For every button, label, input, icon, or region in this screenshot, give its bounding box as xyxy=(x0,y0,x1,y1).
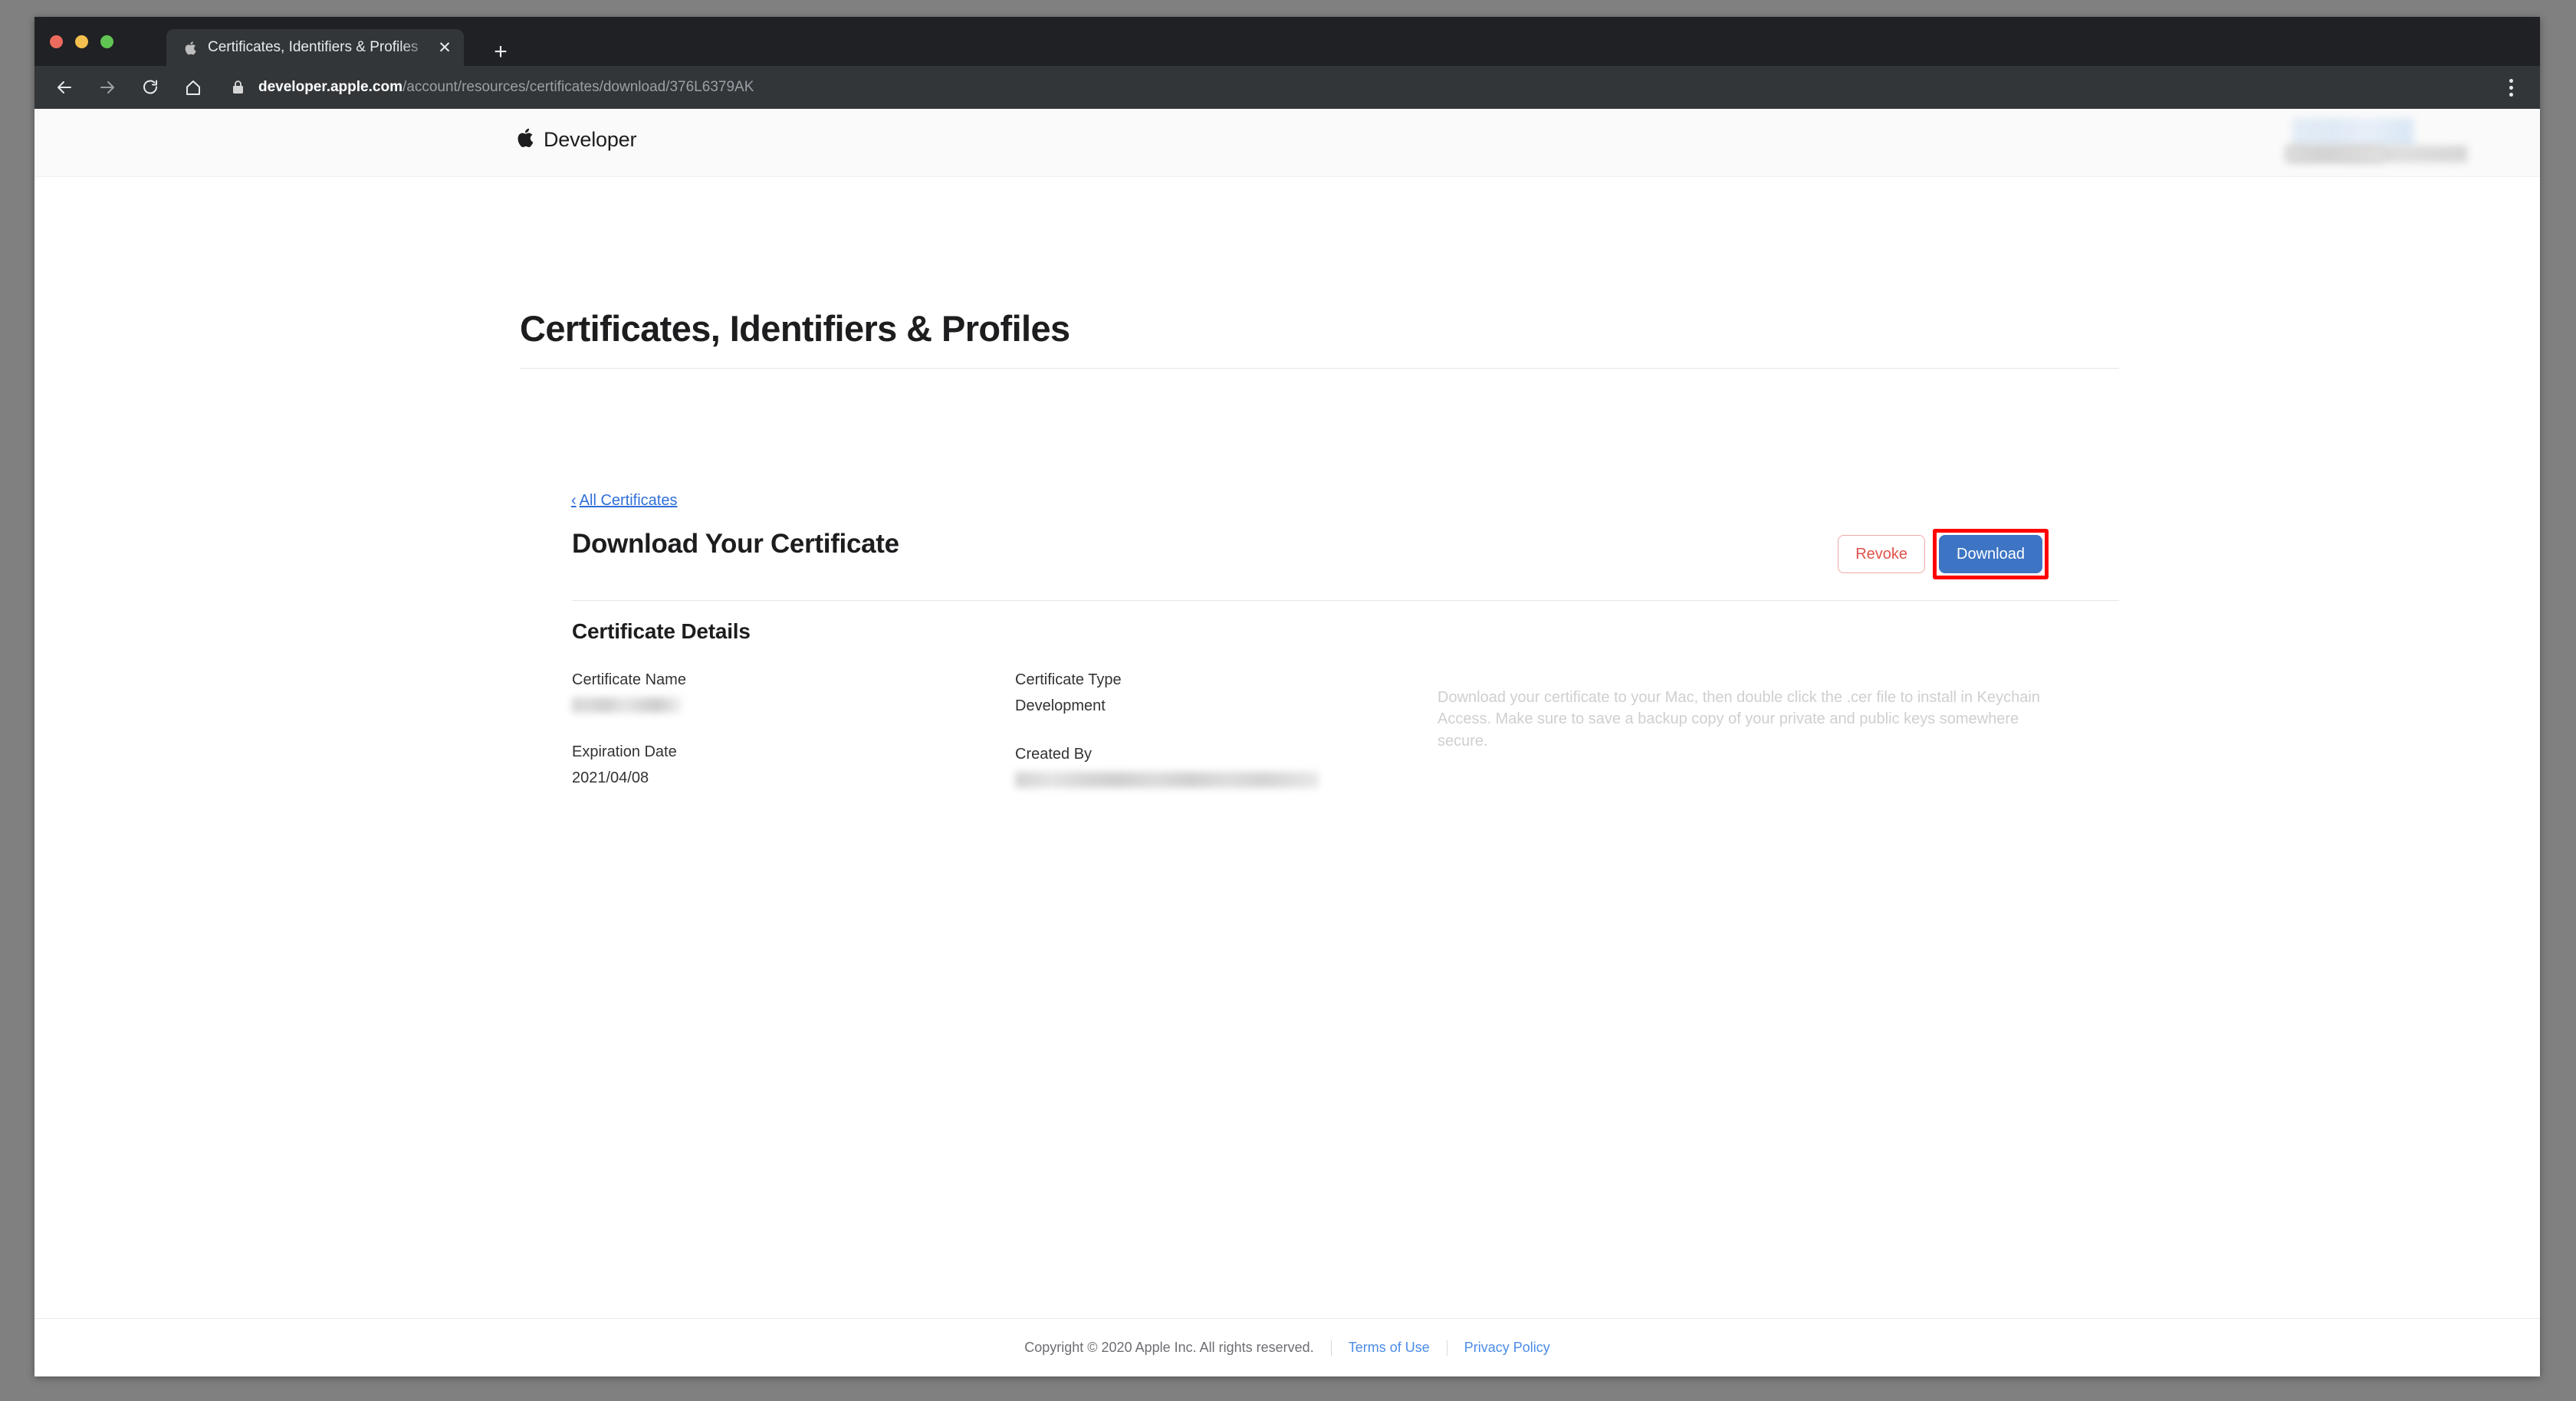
page-viewport: Developer Certificates, Identifiers & Pr… xyxy=(34,109,2540,1376)
tab-close-icon[interactable]: ✕ xyxy=(432,34,458,61)
section-heading: Download Your Certificate xyxy=(572,529,899,559)
address-bar-url: developer.apple.com/account/resources/ce… xyxy=(258,79,754,96)
reload-icon[interactable] xyxy=(134,71,166,103)
window-traffic-lights xyxy=(50,35,113,48)
account-team-redacted xyxy=(2285,146,2383,162)
lock-icon xyxy=(228,77,248,97)
site-header: Developer xyxy=(34,109,2540,177)
action-bar: Revoke Download xyxy=(1838,529,2049,579)
browser-window: Certificates, Identifiers & Profiles ✕ + xyxy=(34,17,2540,1376)
screen: Certificates, Identifiers & Profiles ✕ + xyxy=(0,0,2576,1401)
field-value: Development xyxy=(1015,697,1106,714)
page-title: Certificates, Identifiers & Profiles xyxy=(520,308,1070,349)
download-button[interactable]: Download xyxy=(1939,535,2042,573)
field-created-by: Created By xyxy=(1015,746,1429,788)
field-value xyxy=(1015,772,1429,788)
window-minimize-button[interactable] xyxy=(75,35,88,48)
account-menu-redacted[interactable] xyxy=(2197,109,2473,176)
section-divider xyxy=(572,600,2119,601)
address-bar[interactable]: developer.apple.com/account/resources/ce… xyxy=(228,71,2486,103)
field-label: Created By xyxy=(1015,746,1092,763)
browser-tab-strip: Certificates, Identifiers & Profiles ✕ + xyxy=(34,17,2540,66)
browser-tab[interactable]: Certificates, Identifiers & Profiles ✕ xyxy=(166,29,464,66)
revoke-button[interactable]: Revoke xyxy=(1838,535,1926,573)
home-icon[interactable] xyxy=(177,71,209,103)
field-value xyxy=(572,697,1001,713)
footer-copyright: Copyright © 2020 Apple Inc. All rights r… xyxy=(1024,1340,1314,1355)
breadcrumb-all-certificates[interactable]: ‹ All Certificates xyxy=(571,492,677,510)
field-label: Expiration Date xyxy=(572,743,677,760)
window-close-button[interactable] xyxy=(50,35,63,48)
site-logo-text: Developer xyxy=(544,127,637,151)
field-label: Certificate Name xyxy=(572,671,686,688)
url-path: /account/resources/certificates/download… xyxy=(402,79,754,95)
footer-link-privacy-policy[interactable]: Privacy Policy xyxy=(1464,1340,1550,1356)
account-badge-redacted xyxy=(2292,118,2413,149)
back-arrow-icon[interactable] xyxy=(48,71,80,103)
apple-logo-icon xyxy=(516,127,534,152)
url-host: developer.apple.com xyxy=(258,79,402,95)
details-column-middle: Certificate Type Development Created By xyxy=(1015,671,1429,819)
field-certificate-name: Certificate Name xyxy=(572,671,1001,713)
new-tab-button[interactable]: + xyxy=(487,38,514,66)
kebab-menu-icon[interactable] xyxy=(2496,72,2526,103)
footer-content: Copyright © 2020 Apple Inc. All rights r… xyxy=(1024,1340,1550,1356)
window-zoom-button[interactable] xyxy=(100,35,113,48)
page-footer: Copyright © 2020 Apple Inc. All rights r… xyxy=(34,1318,2540,1376)
created-by-redacted xyxy=(1015,772,1319,788)
details-column-left: Certificate Name Expiration Date 2021/04… xyxy=(572,671,1001,818)
field-value: 2021/04/08 xyxy=(572,769,649,786)
apple-icon xyxy=(183,40,197,55)
browser-tab-title: Certificates, Identifiers & Profiles xyxy=(208,39,419,55)
download-button-highlight: Download xyxy=(1933,529,2049,579)
footer-divider xyxy=(1330,1340,1332,1356)
site-logo[interactable]: Developer xyxy=(516,127,636,152)
details-column-right: Download your certificate to your Mac, t… xyxy=(1438,671,2066,767)
browser-toolbar: developer.apple.com/account/resources/ce… xyxy=(34,66,2540,109)
breadcrumb-label: All Certificates xyxy=(579,492,678,509)
forward-arrow-icon[interactable] xyxy=(91,71,123,103)
details-heading: Certificate Details xyxy=(572,619,751,643)
field-label: Certificate Type xyxy=(1015,671,1122,688)
certificate-name-redacted xyxy=(572,697,682,713)
footer-link-terms-of-use[interactable]: Terms of Use xyxy=(1349,1340,1430,1356)
download-help-text: Download your certificate to your Mac, t… xyxy=(1438,689,2040,750)
title-divider xyxy=(520,368,2119,369)
field-expiration-date: Expiration Date 2021/04/08 xyxy=(572,743,1001,787)
chevron-left-icon: ‹ xyxy=(571,492,577,509)
field-certificate-type: Certificate Type Development xyxy=(1015,671,1429,715)
